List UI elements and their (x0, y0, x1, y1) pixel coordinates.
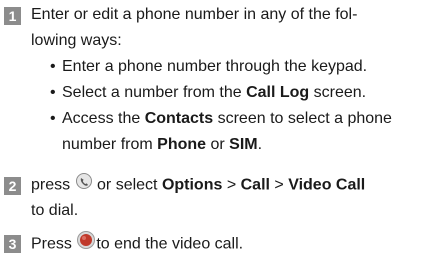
bullet-2: • Select a number from the Call Log scree… (50, 84, 367, 101)
bullet-3-continued: number from Phone or SIM. (62, 136, 263, 153)
call-key-icon (75, 172, 93, 199)
bullet-3: • Access the Contacts screen to select a … (50, 110, 392, 127)
end-key-icon (76, 230, 96, 259)
step-number: 2 (4, 177, 21, 195)
step-1-line-2: lowing ways: (31, 32, 122, 49)
step-1-line-1: Enter or edit a phone number in any of t… (31, 6, 358, 23)
step-number: 1 (4, 7, 21, 25)
bullet-1: • Enter a phone number through the keypad… (50, 58, 368, 75)
step-3-line-1: Press to end the video call. (31, 230, 243, 259)
step-2-line-2: to dial. (31, 202, 79, 219)
step-number: 3 (4, 235, 21, 253)
step-2-line-1: press or select Options > Call > Video C… (31, 172, 365, 199)
